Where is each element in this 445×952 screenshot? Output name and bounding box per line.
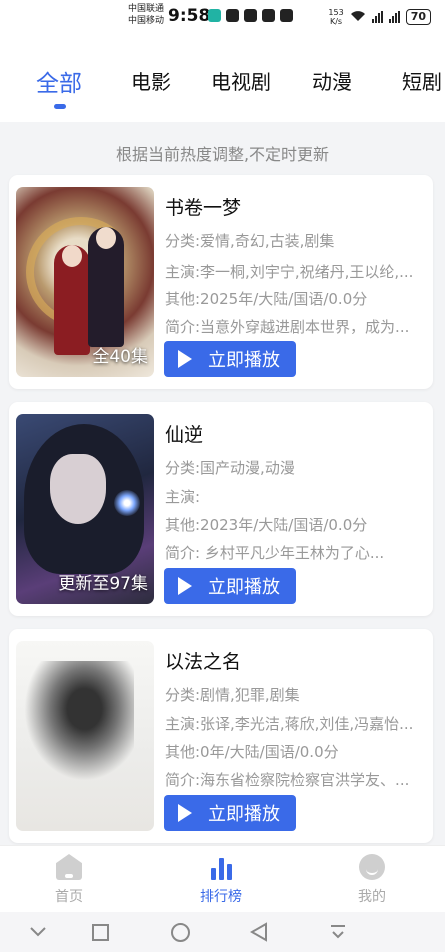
drama-other-info: 其他:2023年/大陆/国语/0.0分	[165, 516, 368, 534]
tab-anime[interactable]: 动漫	[312, 66, 352, 95]
drama-title[interactable]: 仙逆	[165, 420, 203, 447]
play-now-label: 立即播放	[208, 577, 280, 598]
mute-icon	[280, 9, 293, 22]
drama-category: 分类:爱情,奇幻,古装,剧集	[165, 232, 335, 250]
drawer-down-icon[interactable]	[328, 922, 348, 942]
carrier-1: 中国联通	[128, 4, 165, 14]
poster-image[interactable]	[16, 641, 154, 831]
nav-home[interactable]: 首页	[24, 854, 114, 906]
drama-card[interactable]: 以法之名 分类:剧情,犯罪,剧集 主演:张译,李光洁,蒋欣,刘佳,冯嘉怡... …	[9, 629, 433, 843]
home-icon	[56, 854, 82, 880]
bottom-navigation: 首页 排行榜 我的	[0, 845, 445, 912]
episode-count: 更新至97集	[58, 574, 148, 594]
play-now-label: 立即播放	[208, 350, 280, 371]
wifi-icon	[350, 10, 366, 25]
poster-image[interactable]: 更新至97集	[16, 414, 154, 604]
drama-other-info: 其他:2025年/大陆/国语/0.0分	[165, 290, 368, 308]
status-time: 9:58	[168, 6, 211, 26]
drama-card[interactable]: 更新至97集 仙逆 分类:国产动漫,动漫 主演: 其他:2023年/大陆/国语/…	[9, 402, 433, 616]
app-notification-icon	[208, 9, 221, 22]
home-button-icon[interactable]	[171, 923, 190, 942]
ranking-icon	[208, 854, 234, 880]
carrier-2: 中国移动	[128, 16, 165, 26]
play-now-button[interactable]: 立即播放	[164, 795, 296, 831]
drama-title[interactable]: 以法之名	[165, 647, 241, 674]
drama-category: 分类:剧情,犯罪,剧集	[165, 686, 300, 704]
category-tabs: 全部 电影 电视剧 动漫 短剧	[0, 34, 445, 122]
system-status: 153 K/s 70	[328, 8, 431, 26]
nav-ranking-label: 排行榜	[200, 889, 242, 905]
poster-image[interactable]: 全40集	[16, 187, 154, 377]
episode-count: 全40集	[92, 347, 148, 367]
play-icon	[178, 577, 192, 595]
drama-intro: 简介: 乡村平凡少年王林为了心...	[165, 544, 385, 562]
tab-short-drama[interactable]: 短剧	[402, 66, 442, 95]
tab-tv-series[interactable]: 电视剧	[211, 66, 271, 95]
system-nav-bar	[0, 912, 445, 952]
bluetooth-icon	[262, 9, 275, 22]
ranking-hint: 根据当前热度调整,不定时更新	[115, 145, 330, 164]
drama-intro: 简介:当意外穿越进剧本世界，成为...	[165, 318, 410, 336]
chevron-down-icon[interactable]	[28, 922, 48, 942]
net-speed: 153 K/s	[328, 8, 344, 26]
nav-ranking[interactable]: 排行榜	[176, 854, 266, 906]
play-now-button[interactable]: 立即播放	[164, 568, 296, 604]
play-icon	[178, 804, 192, 822]
profile-icon	[359, 854, 385, 880]
drama-cast: 主演:李一桐,刘宇宁,祝绪丹,王以纶,...	[165, 263, 414, 281]
drama-cast: 主演:张译,李光洁,蒋欣,刘佳,冯嘉怡...	[165, 715, 414, 733]
play-icon	[178, 350, 192, 368]
play-now-button[interactable]: 立即播放	[164, 341, 296, 377]
tab-active-indicator	[54, 104, 66, 109]
drama-other-info: 其他:0年/大陆/国语/0.0分	[165, 743, 339, 761]
nav-home-label: 首页	[55, 889, 83, 905]
tab-movie[interactable]: 电影	[131, 66, 171, 95]
nav-profile-label: 我的	[358, 889, 386, 905]
back-icon[interactable]	[249, 922, 269, 942]
carrier-info: 中国联通 中国移动	[128, 3, 164, 27]
drama-category: 分类:国产动漫,动漫	[165, 459, 295, 477]
drama-cast: 主演:	[165, 488, 201, 506]
nfc-icon	[226, 9, 239, 22]
signal-icon-5g	[371, 11, 383, 23]
status-bar: 中国联通 中国移动 9:58 153 K/s 70	[0, 0, 445, 34]
drama-title[interactable]: 书卷一梦	[165, 193, 241, 220]
notification-icons	[208, 9, 293, 22]
alarm-icon	[244, 9, 257, 22]
drama-card[interactable]: 全40集 书卷一梦 分类:爱情,奇幻,古装,剧集 主演:李一桐,刘宇宁,祝绪丹,…	[9, 175, 433, 389]
play-now-label: 立即播放	[208, 804, 280, 825]
battery-icon: 70	[405, 9, 431, 25]
nav-profile[interactable]: 我的	[327, 854, 417, 906]
signal-icon-4g	[388, 11, 400, 23]
tab-all[interactable]: 全部	[36, 64, 82, 98]
drama-intro: 简介:海东省检察院检察官洪学友、...	[165, 771, 410, 789]
recent-apps-icon[interactable]	[92, 924, 109, 941]
